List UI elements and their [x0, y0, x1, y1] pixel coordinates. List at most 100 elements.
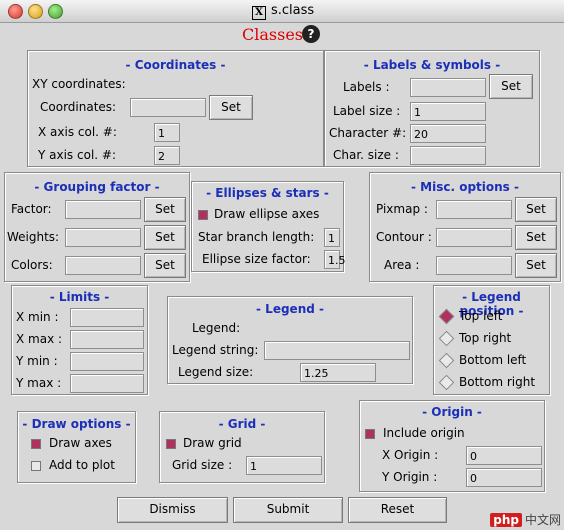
star-branch-input[interactable]: 1 [324, 228, 340, 247]
top-right-label: Top right [459, 331, 512, 345]
include-origin-checkbox[interactable] [365, 429, 375, 439]
grid-size-input[interactable]: 1 [246, 456, 322, 475]
dismiss-button[interactable]: Dismiss [117, 497, 228, 523]
area-label: Area : [384, 258, 420, 272]
pixmap-set-button[interactable]: Set [515, 197, 557, 222]
origin-title: - Origin - [422, 405, 482, 419]
draw-options-title: - Draw options - [22, 417, 131, 431]
labels-set-button[interactable]: Set [489, 74, 533, 99]
character-input[interactable]: 20 [410, 124, 486, 143]
help-icon[interactable]: ? [302, 25, 320, 43]
close-window-button[interactable] [8, 4, 23, 19]
minimize-window-button[interactable] [28, 4, 43, 19]
draw-axes-label: Draw axes [49, 436, 112, 450]
draw-ellipse-label: Draw ellipse axes [214, 207, 320, 221]
factor-input[interactable] [65, 200, 141, 219]
draw-ellipse-checkbox[interactable] [198, 210, 208, 220]
contour-input[interactable] [436, 228, 512, 247]
y-max-input[interactable] [70, 374, 144, 393]
x-max-input[interactable] [70, 330, 144, 349]
x-min-input[interactable] [70, 308, 144, 327]
grid-title: - Grid - [218, 417, 266, 431]
coordinates-title: - Coordinates - [125, 58, 226, 72]
ellipse-size-label: Ellipse size factor: [202, 252, 311, 266]
window-title: Xs.class [252, 3, 314, 20]
grouping-factor-title: - Grouping factor - [34, 180, 160, 194]
bottom-right-label: Bottom right [459, 375, 536, 389]
char-size-input[interactable] [410, 146, 486, 165]
char-size-label: Char. size : [333, 148, 399, 162]
ellipses-stars-title: - Ellipses & stars - [206, 186, 329, 200]
add-to-plot-checkbox[interactable] [31, 461, 41, 471]
grouping-factor-group: - Grouping factor - Factor: Set Weights:… [4, 172, 190, 282]
labels-symbols-group: - Labels & symbols - Labels : Set Label … [324, 50, 540, 167]
x11-icon: X [252, 6, 266, 20]
coordinates-input[interactable] [130, 98, 206, 117]
weights-set-button[interactable]: Set [144, 225, 186, 250]
window-titlebar: Xs.class [0, 0, 564, 23]
x-min-label: X min : [16, 310, 59, 324]
submit-button[interactable]: Submit [233, 497, 343, 523]
pixmap-label: Pixmap : [376, 202, 428, 216]
legend-size-input[interactable]: 1.25 [300, 363, 376, 382]
bottom-left-radio[interactable] [438, 352, 455, 369]
legend-label: Legend: [192, 321, 241, 335]
area-set-button[interactable]: Set [515, 253, 557, 278]
xy-coordinates-label: XY coordinates: [32, 77, 126, 91]
x-axis-col-input[interactable]: 1 [154, 123, 180, 142]
draw-grid-checkbox[interactable] [166, 439, 176, 449]
contour-set-button[interactable]: Set [515, 225, 557, 250]
ellipses-stars-group: - Ellipses & stars - Draw ellipse axes S… [191, 181, 346, 272]
add-to-plot-label: Add to plot [49, 458, 115, 472]
legend-string-label: Legend string: [172, 343, 259, 357]
star-branch-label: Star branch length: [198, 230, 315, 244]
coordinates-label: Coordinates: [40, 100, 117, 114]
colors-label: Colors: [11, 258, 53, 272]
draw-axes-checkbox[interactable] [31, 439, 41, 449]
factor-label: Factor: [11, 202, 52, 216]
misc-options-title: - Misc. options - [411, 180, 519, 194]
weights-input[interactable] [65, 228, 141, 247]
include-origin-label: Include origin [383, 426, 465, 440]
y-origin-input[interactable]: 0 [466, 468, 542, 487]
grid-group: - Grid - Draw grid Grid size : 1 [159, 411, 325, 483]
top-right-radio[interactable] [438, 330, 455, 347]
dialog-heading: Classes [242, 25, 303, 44]
character-label: Character #: [329, 126, 407, 140]
y-min-input[interactable] [70, 352, 144, 371]
pixmap-input[interactable] [436, 200, 512, 219]
weights-label: Weights: [7, 230, 60, 244]
y-axis-col-label: Y axis col. #: [38, 148, 116, 162]
contour-label: Contour : [376, 230, 432, 244]
coordinates-set-button[interactable]: Set [209, 95, 253, 120]
ellipse-size-input[interactable]: 1.5 [324, 250, 346, 269]
draw-grid-label: Draw grid [183, 436, 242, 450]
x-origin-input[interactable]: 0 [466, 446, 542, 465]
labels-symbols-title: - Labels & symbols - [363, 58, 501, 72]
label-size-input[interactable]: 1 [410, 102, 486, 121]
legend-position-group: - Legend position - Top left Top right B… [433, 285, 550, 395]
x-max-label: X max : [16, 332, 63, 346]
grid-size-label: Grid size : [172, 458, 233, 472]
colors-set-button[interactable]: Set [144, 253, 186, 278]
x-axis-col-label: X axis col. #: [38, 125, 117, 139]
legend-string-input[interactable] [264, 341, 410, 360]
colors-input[interactable] [65, 256, 141, 275]
area-input[interactable] [436, 256, 512, 275]
zoom-window-button[interactable] [48, 4, 63, 19]
legend-title: - Legend - [256, 302, 324, 316]
factor-set-button[interactable]: Set [144, 197, 186, 222]
labels-input[interactable] [410, 78, 486, 97]
limits-title: - Limits - [49, 290, 110, 304]
y-max-label: Y max : [16, 376, 62, 390]
coordinates-group: - Coordinates - XY coordinates: Coordina… [27, 50, 324, 167]
origin-group: - Origin - Include origin X Origin : 0 Y… [359, 400, 545, 492]
y-origin-label: Y Origin : [382, 470, 438, 484]
y-axis-col-input[interactable]: 2 [154, 146, 180, 165]
bottom-right-radio[interactable] [438, 374, 455, 391]
limits-group: - Limits - X min : X max : Y min : Y max… [11, 285, 148, 395]
label-size-label: Label size : [333, 104, 401, 118]
labels-label: Labels : [343, 80, 390, 94]
reset-button[interactable]: Reset [348, 497, 447, 523]
bottom-left-label: Bottom left [459, 353, 527, 367]
